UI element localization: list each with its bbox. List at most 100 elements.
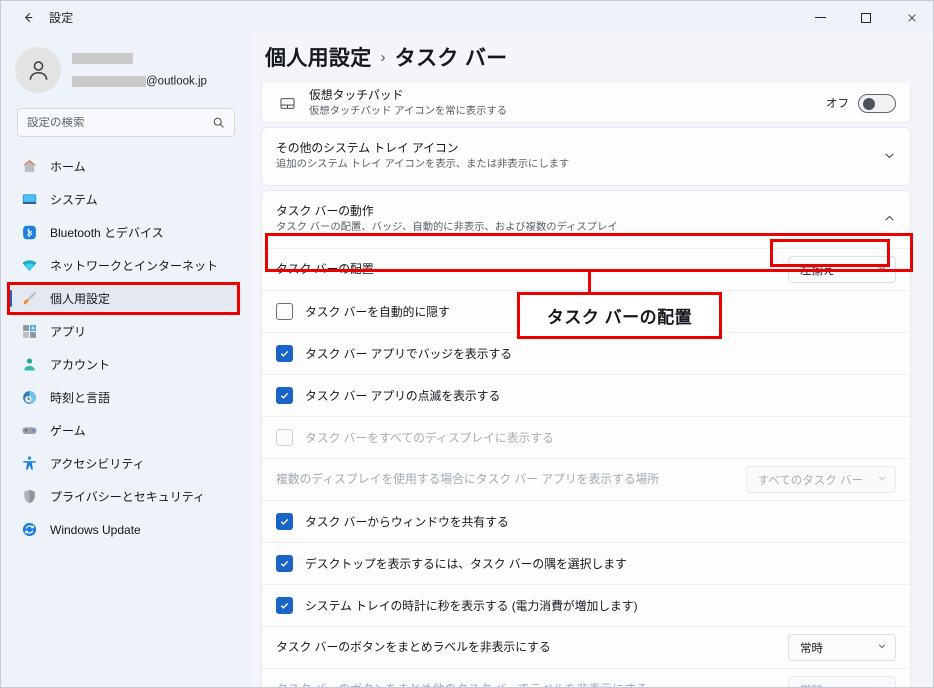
row-texts: 複数のディスプレイを使用する場合にタスク バー アプリを表示する場所 <box>276 472 746 488</box>
minimize-button[interactable] <box>797 2 843 34</box>
touchpad-toggle-group[interactable]: オフ <box>826 94 896 113</box>
sidebar: @outlook.jp ホーム システム <box>1 34 251 688</box>
checkbox-label: タスク バー アプリでバッジを表示する <box>305 345 512 362</box>
sidebar-item-gaming[interactable]: ゲーム <box>11 414 241 447</box>
gamepad-icon <box>19 421 39 441</box>
row-controls: 左揃え <box>788 256 896 283</box>
row-subtitle: タスク バーの配置、バッジ、自動的に非表示、および複数のディスプレイ <box>276 221 883 235</box>
checkbox-show-on-all-displays <box>276 429 293 446</box>
settings-scroll-area[interactable]: 仮想タッチパッド 仮想タッチパッド アイコンを常に表示する オフ その他の <box>261 83 929 688</box>
row-share-window[interactable]: タスク バーからウィンドウを共有する <box>262 501 910 542</box>
row-title: 仮想タッチパッド <box>309 88 826 104</box>
row-title: タスク バーのボタンをまとめ他のタスク バーでラベルを非表示にする <box>276 682 788 688</box>
chevron-down-icon <box>877 263 887 276</box>
checkbox-show-badges[interactable] <box>276 345 293 362</box>
sidebar-item-label: システム <box>50 191 98 208</box>
search-input[interactable] <box>27 117 212 129</box>
dropdown-value: 常時 <box>800 682 823 688</box>
shield-icon <box>19 487 39 507</box>
account-person-icon <box>19 355 39 375</box>
row-texts: 仮想タッチパッド 仮想タッチパッド アイコンを常に表示する <box>309 88 826 119</box>
row-combine-buttons[interactable]: タスク バーのボタンをまとめラベルを非表示にする 常時 <box>262 627 910 668</box>
chevron-down-icon[interactable] <box>883 149 896 164</box>
row-title: タスク バーの配置 <box>276 262 788 278</box>
breadcrumb: 個人用設定 › タスク バー <box>251 34 934 82</box>
sidebar-item-label: 時刻と言語 <box>50 389 110 406</box>
account-summary[interactable]: @outlook.jp <box>1 34 251 106</box>
account-email: @outlook.jp <box>72 70 207 93</box>
chevron-down-icon <box>877 641 887 654</box>
multi-display-dropdown: すべてのタスク バー <box>746 466 896 493</box>
checkbox-show-desktop-corner[interactable] <box>276 555 293 572</box>
page-title: タスク バー <box>395 42 508 72</box>
row-virtual-touchpad[interactable]: 仮想タッチパッド 仮想タッチパッド アイコンを常に表示する オフ <box>262 83 910 122</box>
sidebar-item-personalization[interactable]: 個人用設定 <box>11 282 241 315</box>
row-show-seconds-clock[interactable]: システム トレイの時計に秒を表示する (電力消費が増加します) <box>262 585 910 626</box>
row-show-badges[interactable]: タスク バー アプリでバッジを表示する <box>262 333 910 374</box>
row-texts: その他のシステム トレイ アイコン 追加のシステム トレイ アイコンを表示、また… <box>276 141 883 172</box>
touchpad-icon <box>276 95 298 112</box>
settings-window: 設定 @outlook.jp <box>0 0 934 688</box>
card-virtual-touchpad: 仮想タッチパッド 仮想タッチパッド アイコンを常に表示する オフ <box>261 83 911 123</box>
row-show-on-all-displays: タスク バーをすべてのディスプレイに表示する <box>262 417 910 458</box>
sidebar-item-privacy-security[interactable]: プライバシーとセキュリティ <box>11 480 241 513</box>
sidebar-item-home[interactable]: ホーム <box>11 150 241 183</box>
sidebar-item-system[interactable]: システム <box>11 183 241 216</box>
combine-buttons-dropdown[interactable]: 常時 <box>788 634 896 661</box>
search-icon <box>212 116 225 129</box>
sidebar-item-apps[interactable]: アプリ <box>11 315 241 348</box>
checkbox-show-flashing[interactable] <box>276 387 293 404</box>
card-tray-icons: その他のシステム トレイ アイコン 追加のシステム トレイ アイコンを表示、また… <box>261 127 911 186</box>
row-controls: 常時 <box>788 634 896 661</box>
accessibility-icon <box>19 454 39 474</box>
paintbrush-icon <box>19 289 39 309</box>
row-title: タスク バーのボタンをまとめラベルを非表示にする <box>276 640 788 656</box>
dropdown-value: 左揃え <box>800 262 835 278</box>
close-button[interactable] <box>889 2 934 34</box>
sidebar-item-network[interactable]: ネットワークとインターネット <box>11 249 241 282</box>
chevron-up-icon[interactable] <box>883 212 896 227</box>
row-controls <box>883 149 896 164</box>
search-box[interactable] <box>17 108 235 137</box>
apps-icon <box>19 322 39 342</box>
sidebar-item-label: アクセシビリティ <box>50 455 145 472</box>
sidebar-item-windows-update[interactable]: Windows Update <box>11 513 241 546</box>
back-button[interactable] <box>13 6 43 30</box>
vertical-scrollbar[interactable] <box>924 83 927 688</box>
maximize-button[interactable] <box>843 2 889 34</box>
account-text: @outlook.jp <box>72 47 207 93</box>
row-texts: タスク バーのボタンをまとめラベルを非表示にする <box>276 640 788 656</box>
chevron-down-icon <box>877 683 887 688</box>
clock-globe-icon <box>19 388 39 408</box>
sidebar-item-time-language[interactable]: 時刻と言語 <box>11 381 241 414</box>
sidebar-item-bluetooth[interactable]: Bluetooth とデバイス <box>11 216 241 249</box>
home-icon <box>19 157 39 177</box>
taskbar-alignment-dropdown[interactable]: 左揃え <box>788 256 896 283</box>
checkbox-label: システム トレイの時計に秒を表示する (電力消費が増加します) <box>305 597 638 614</box>
content-pane: 個人用設定 › タスク バー 仮想タッチパッド 仮想タッチパッド アイコンを常に <box>251 34 934 688</box>
sidebar-item-label: ホーム <box>50 158 86 175</box>
chevron-down-icon <box>877 473 887 486</box>
checkbox-auto-hide-taskbar[interactable] <box>276 303 293 320</box>
row-taskbar-behaviors-header[interactable]: タスク バーの動作 タスク バーの配置、バッジ、自動的に非表示、および複数のディ… <box>262 191 910 248</box>
sidebar-nav: ホーム システム Bluetooth とデバイス ネットワークとインターネット <box>1 150 251 546</box>
annotation-callout: タスク バーの配置 <box>517 292 722 339</box>
checkbox-show-seconds-clock[interactable] <box>276 597 293 614</box>
title-bar: 設定 <box>1 1 934 34</box>
row-tray-icons[interactable]: その他のシステム トレイ アイコン 追加のシステム トレイ アイコンを表示、また… <box>262 128 910 185</box>
row-show-desktop-corner[interactable]: デスクトップを表示するには、タスク バーの隅を選択します <box>262 543 910 584</box>
row-show-flashing[interactable]: タスク バー アプリの点滅を表示する <box>262 375 910 416</box>
bluetooth-icon <box>19 223 39 243</box>
checkbox-share-window[interactable] <box>276 513 293 530</box>
row-title: 複数のディスプレイを使用する場合にタスク バー アプリを表示する場所 <box>276 472 746 488</box>
touchpad-toggle[interactable] <box>858 94 896 113</box>
dropdown-value: すべてのタスク バー <box>758 472 863 488</box>
system-monitor-icon <box>19 190 39 210</box>
sidebar-item-accounts[interactable]: アカウント <box>11 348 241 381</box>
row-taskbar-alignment[interactable]: タスク バーの配置 左揃え <box>262 249 910 290</box>
row-title: その他のシステム トレイ アイコン <box>276 141 883 157</box>
breadcrumb-parent[interactable]: 個人用設定 <box>265 42 372 72</box>
sidebar-item-accessibility[interactable]: アクセシビリティ <box>11 447 241 480</box>
row-texts: タスク バーの動作 タスク バーの配置、バッジ、自動的に非表示、および複数のディ… <box>276 204 883 235</box>
window-title: 設定 <box>49 9 73 26</box>
